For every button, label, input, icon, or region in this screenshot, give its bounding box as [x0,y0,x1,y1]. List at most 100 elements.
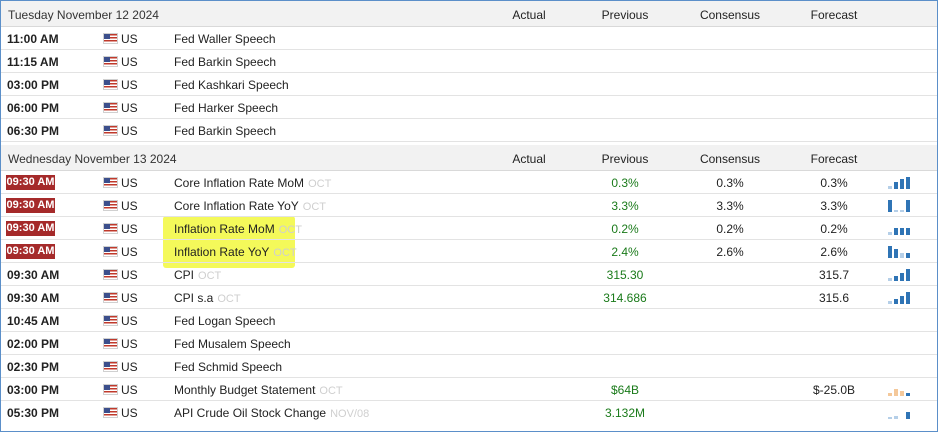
table-row[interactable]: 09:30 AM US Inflation Rate YoY OCT 2.4% 2… [1,240,937,263]
table-row[interactable]: 06:30 PM US Fed Barkin Speech [1,119,937,142]
event-time-badge: 09:30 AM [6,198,55,213]
event-name-link[interactable]: API Crude Oil Stock Change NOV/08 [174,406,369,420]
us-flag-icon [103,407,118,418]
table-row[interactable]: 11:00 AM US Fed Waller Speech [1,27,937,50]
event-name-link[interactable]: Fed Kashkari Speech [174,78,289,92]
event-country: US [121,337,138,351]
event-name-link[interactable]: Fed Barkin Speech [174,55,276,69]
event-name: API Crude Oil Stock Change [174,406,327,420]
us-flag-icon [103,102,118,113]
sparkline-chart-icon[interactable] [887,198,913,212]
event-name: Inflation Rate YoY [174,245,270,259]
col-forecast: Forecast [810,152,858,166]
forecast-value: 315.6 [818,291,850,305]
event-period: OCT [319,385,343,397]
us-flag-icon [103,269,118,280]
event-time-badge: 09:30 AM [6,244,55,259]
col-forecast: Forecast [810,8,858,22]
event-name-link[interactable]: Fed Musalem Speech [174,337,291,351]
event-name-link[interactable]: Core Inflation Rate MoM OCT [174,176,331,190]
event-name-link[interactable]: Fed Schmid Speech [174,360,282,374]
event-time: 09:30 AM [7,268,60,282]
table-row[interactable]: 09:30 AM US Core Inflation Rate MoM OCT 0… [1,171,937,194]
event-name-link[interactable]: Inflation Rate YoY OCT [174,245,297,259]
event-period: OCT [308,178,332,190]
event-time: 03:00 PM [7,78,60,92]
event-name: Monthly Budget Statement [174,383,316,397]
event-time: 06:30 PM [7,124,60,138]
sparkline-chart-icon[interactable] [887,175,913,189]
event-name: CPI s.a [174,291,214,305]
table-row[interactable]: 09:30 AM US CPI s.a OCT 314.686 315.6 [1,286,937,309]
sparkline-chart-icon[interactable] [887,244,913,258]
event-name: Core Inflation Rate MoM [174,176,305,190]
table-row[interactable]: 09:30 AM US CPI OCT 315.30 315.7 [1,263,937,286]
event-country: US [121,101,138,115]
table-row[interactable]: 09:30 AM US Inflation Rate MoM OCT 0.2% 0… [1,217,937,240]
forecast-value: 2.6% [820,245,848,259]
us-flag-icon [103,79,118,90]
event-country: US [121,78,138,92]
forecast-value: $-25.0B [812,383,856,397]
us-flag-icon [103,200,118,211]
event-country: US [121,383,138,397]
us-flag-icon [103,246,118,257]
event-time: 11:15 AM [7,55,59,69]
event-time: 03:00 PM [7,383,60,397]
sparkline-chart-icon[interactable] [887,382,913,396]
table-row[interactable]: 03:00 PM US Monthly Budget Statement OCT … [1,378,937,401]
event-country: US [121,245,138,259]
previous-value: 3.132M [604,406,646,420]
table-row[interactable]: 11:15 AM US Fed Barkin Speech [1,50,937,73]
event-name-link[interactable]: Fed Logan Speech [174,314,275,328]
col-consensus: Consensus [699,8,761,22]
day-date: Wednesday November 13 2024 [8,152,177,166]
sparkline-chart-icon[interactable] [887,221,913,235]
table-row[interactable]: 02:30 PM US Fed Schmid Speech [1,355,937,378]
table-row[interactable]: 06:00 PM US Fed Harker Speech [1,96,937,119]
col-actual: Actual [512,8,546,22]
day-header-tuesday: Tuesday November 12 2024 Actual Previous… [1,1,937,27]
us-flag-icon [103,56,118,67]
table-row[interactable]: 02:00 PM US Fed Musalem Speech [1,332,937,355]
forecast-value: 315.7 [818,268,850,282]
event-name-link[interactable]: Core Inflation Rate YoY OCT [174,199,326,213]
event-time: 06:00 PM [7,101,60,115]
event-name-link[interactable]: Inflation Rate MoM OCT [174,222,302,236]
sparkline-chart-icon[interactable] [887,290,913,304]
event-country: US [121,55,138,69]
event-country: US [121,406,138,420]
event-name-link[interactable]: CPI s.a OCT [174,291,241,305]
table-row[interactable]: 09:30 AM US Core Inflation Rate YoY OCT 3… [1,194,937,217]
previous-value: 314.686 [603,291,647,305]
event-country: US [121,32,138,46]
previous-value: 2.4% [611,245,639,259]
table-row[interactable]: 05:30 PM US API Crude Oil Stock Change NO… [1,401,937,424]
table-row[interactable]: 10:45 AM US Fed Logan Speech [1,309,937,332]
forecast-value: 0.2% [820,222,848,236]
col-actual: Actual [512,152,546,166]
event-name-link[interactable]: CPI OCT [174,268,221,282]
event-name-link[interactable]: Fed Barkin Speech [174,124,276,138]
col-consensus: Consensus [699,152,761,166]
us-flag-icon [103,338,118,349]
event-country: US [121,222,138,236]
table-row[interactable]: 03:00 PM US Fed Kashkari Speech [1,73,937,96]
event-period: OCT [198,270,222,282]
event-country: US [121,176,138,190]
sparkline-chart-icon[interactable] [887,267,913,281]
event-name-link[interactable]: Fed Waller Speech [174,32,276,46]
event-name-link[interactable]: Monthly Budget Statement OCT [174,383,343,397]
event-name: Inflation Rate MoM [174,222,275,236]
us-flag-icon [103,125,118,136]
event-time: 11:00 AM [7,32,59,46]
event-name-link[interactable]: Fed Harker Speech [174,101,278,115]
us-flag-icon [103,315,118,326]
sparkline-chart-icon[interactable] [887,405,913,419]
event-country: US [121,124,138,138]
us-flag-icon [103,223,118,234]
us-flag-icon [103,33,118,44]
previous-value: 0.3% [611,176,639,190]
us-flag-icon [103,361,118,372]
event-country: US [121,199,138,213]
